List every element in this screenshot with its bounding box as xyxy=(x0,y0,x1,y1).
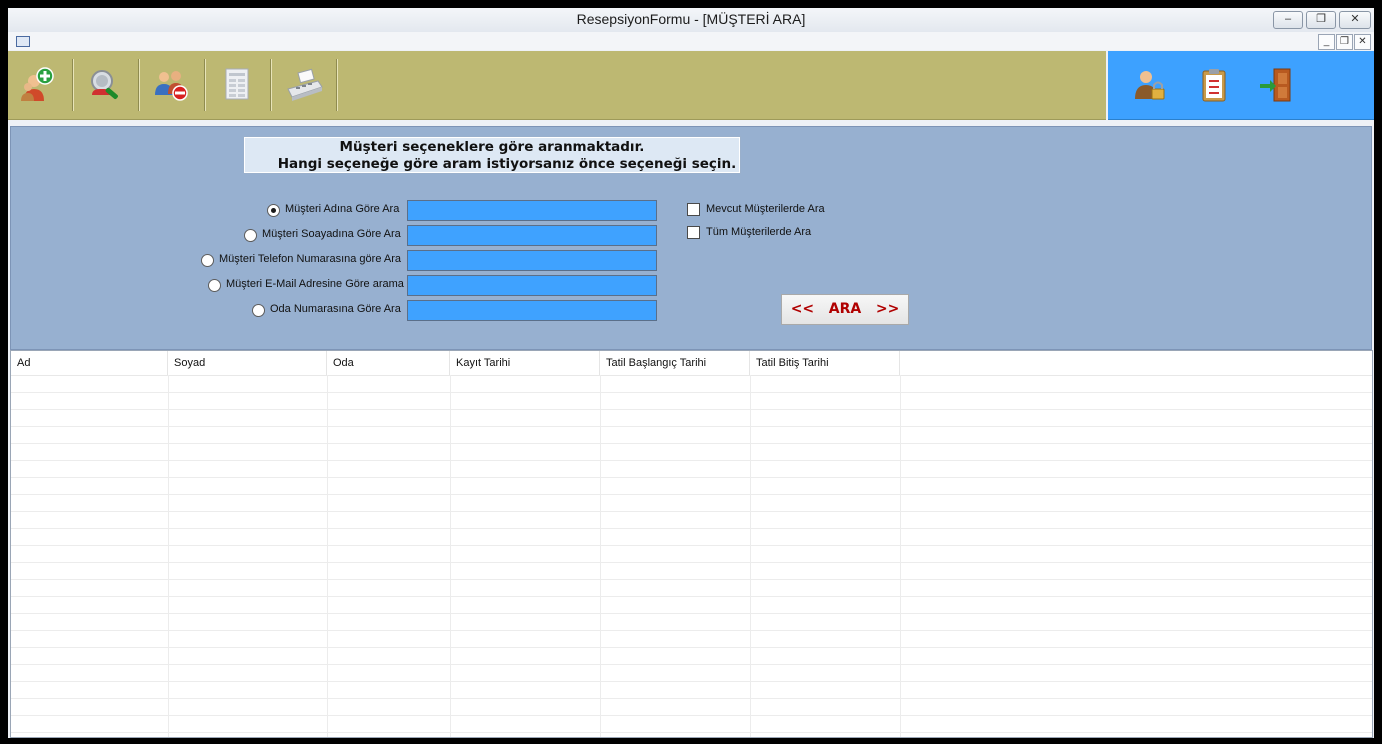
email-radio-label: Müşteri E-Mail Adresine Göre arama xyxy=(226,278,404,290)
surname-search-input[interactable] xyxy=(407,225,657,246)
clipboard-button[interactable] xyxy=(1180,51,1244,119)
table-row[interactable] xyxy=(11,511,1372,529)
phone-search-input[interactable] xyxy=(407,250,657,271)
column-header-tatil-bitis[interactable]: Tatil Bitiş Tarihi xyxy=(750,351,900,375)
option-name-row[interactable]: Müşteri Adına Göre Ara xyxy=(11,200,411,220)
phone-radio[interactable] xyxy=(201,254,214,267)
option-room-row[interactable]: Oda Numarasına Göre Ara xyxy=(11,300,411,320)
column-divider xyxy=(327,375,328,737)
option-phone-row[interactable]: Müşteri Telefon Numarasına göre Ara xyxy=(11,250,411,270)
table-row[interactable] xyxy=(11,443,1372,461)
surname-radio-label: Müşteri Soayadına Göre Ara xyxy=(262,228,401,240)
mdi-strip: _ ❐ ✕ xyxy=(8,32,1374,50)
main-toolbar xyxy=(8,51,1106,120)
restore-button[interactable]: ❐ xyxy=(1306,11,1336,29)
results-grid[interactable]: Ad Soyad Oda Kayıt Tarihi Tatil Başlangı… xyxy=(10,350,1373,738)
magnifier-icon xyxy=(91,70,118,100)
column-header-soyad[interactable]: Soyad xyxy=(168,351,327,375)
table-row[interactable] xyxy=(11,426,1372,444)
column-divider xyxy=(450,375,451,737)
name-radio[interactable] xyxy=(267,204,280,217)
child-window-icon[interactable] xyxy=(16,36,30,47)
clipboard-icon xyxy=(1202,69,1226,102)
search-customer-button[interactable] xyxy=(74,51,138,119)
payment-button[interactable] xyxy=(272,51,336,119)
mdi-restore-button[interactable]: ❐ xyxy=(1336,34,1353,50)
room-radio-label: Oda Numarasına Göre Ara xyxy=(270,303,401,315)
column-header-oda[interactable]: Oda xyxy=(327,351,450,375)
spreadsheet-icon xyxy=(225,68,249,100)
search-button[interactable]: << ARA >> xyxy=(781,294,909,325)
close-icon: ✕ xyxy=(1350,13,1360,25)
column-divider xyxy=(900,375,901,737)
info-line-2: Hangi seçeneğe göre aram istiyorsanız ön… xyxy=(277,156,737,172)
table-row[interactable] xyxy=(11,409,1372,427)
right-toolbar xyxy=(1108,51,1374,120)
table-row[interactable] xyxy=(11,613,1372,631)
table-row[interactable] xyxy=(11,460,1372,478)
email-radio[interactable] xyxy=(208,279,221,292)
info-line-1: Müşteri seçeneklere göre aranmaktadır. xyxy=(339,139,645,155)
table-row[interactable] xyxy=(11,664,1372,682)
current-customers-label: Mevcut Müşterilerde Ara xyxy=(706,203,825,215)
all-customers-label: Tüm Müşterilerde Ara xyxy=(706,226,812,238)
mdi-minimize-button[interactable]: _ xyxy=(1318,34,1335,50)
people-remove-icon xyxy=(155,71,188,101)
table-row[interactable] xyxy=(11,715,1372,733)
person-add-icon xyxy=(21,67,54,101)
toolbar-separator xyxy=(336,59,338,111)
search-panel: Müşteri seçeneklere göre aranmaktadır. H… xyxy=(10,126,1372,350)
table-row[interactable] xyxy=(11,562,1372,580)
restore-icon: ❐ xyxy=(1316,13,1326,25)
column-divider xyxy=(600,375,601,737)
column-header-tatil-baslangic[interactable]: Tatil Başlangıç Tarihi xyxy=(600,351,750,375)
column-header-kayit-tarihi[interactable]: Kayıt Tarihi xyxy=(450,351,600,375)
table-row[interactable] xyxy=(11,494,1372,512)
email-search-input[interactable] xyxy=(407,275,657,296)
phone-radio-label: Müşteri Telefon Numarasına göre Ara xyxy=(219,253,401,265)
column-header-ad[interactable]: Ad xyxy=(11,351,168,375)
window-title: ResepsiyonFormu - [MÜŞTERİ ARA] xyxy=(576,11,806,27)
exit-door-icon xyxy=(1260,68,1291,102)
remove-customer-button[interactable] xyxy=(140,51,204,119)
report-button[interactable] xyxy=(206,51,270,119)
close-button[interactable]: ✕ xyxy=(1339,11,1371,29)
name-radio-label: Müşteri Adına Göre Ara xyxy=(285,203,400,215)
current-customers-checkbox[interactable] xyxy=(687,203,700,216)
column-divider xyxy=(750,375,751,737)
column-divider xyxy=(168,375,169,737)
grid-header: Ad Soyad Oda Kayıt Tarihi Tatil Başlangı… xyxy=(11,351,1372,376)
table-row[interactable] xyxy=(11,392,1372,410)
table-row[interactable] xyxy=(11,647,1372,665)
room-search-input[interactable] xyxy=(407,300,657,321)
info-box: Müşteri seçeneklere göre aranmaktadır. H… xyxy=(243,136,741,174)
table-row[interactable] xyxy=(11,528,1372,546)
table-row[interactable] xyxy=(11,630,1372,648)
all-customers-checkbox[interactable] xyxy=(687,226,700,239)
name-search-input[interactable] xyxy=(407,200,657,221)
minimize-button[interactable]: – xyxy=(1273,11,1303,29)
table-row[interactable] xyxy=(11,477,1372,495)
room-radio[interactable] xyxy=(252,304,265,317)
minimize-icon: – xyxy=(1284,13,1292,25)
surname-radio[interactable] xyxy=(244,229,257,242)
table-row[interactable] xyxy=(11,545,1372,563)
mdi-close-button[interactable]: ✕ xyxy=(1354,34,1371,50)
title-bar[interactable]: ResepsiyonFormu - [MÜŞTERİ ARA] – ❐ ✕ xyxy=(8,8,1374,32)
table-row[interactable] xyxy=(11,579,1372,597)
table-row[interactable] xyxy=(11,681,1372,699)
table-row[interactable] xyxy=(11,596,1372,614)
table-row[interactable] xyxy=(11,375,1372,393)
cash-register-icon xyxy=(287,68,323,101)
add-customer-button[interactable] xyxy=(8,51,72,119)
main-window: ResepsiyonFormu - [MÜŞTERİ ARA] – ❐ ✕ _ … xyxy=(8,8,1374,738)
user-lock-icon xyxy=(1135,71,1165,100)
option-surname-row[interactable]: Müşteri Soayadına Göre Ara xyxy=(11,225,411,245)
exit-button[interactable] xyxy=(1244,51,1308,119)
option-email-row[interactable]: Müşteri E-Mail Adresine Göre arama xyxy=(11,275,411,295)
table-row[interactable] xyxy=(11,698,1372,716)
user-lock-button[interactable] xyxy=(1116,51,1180,119)
